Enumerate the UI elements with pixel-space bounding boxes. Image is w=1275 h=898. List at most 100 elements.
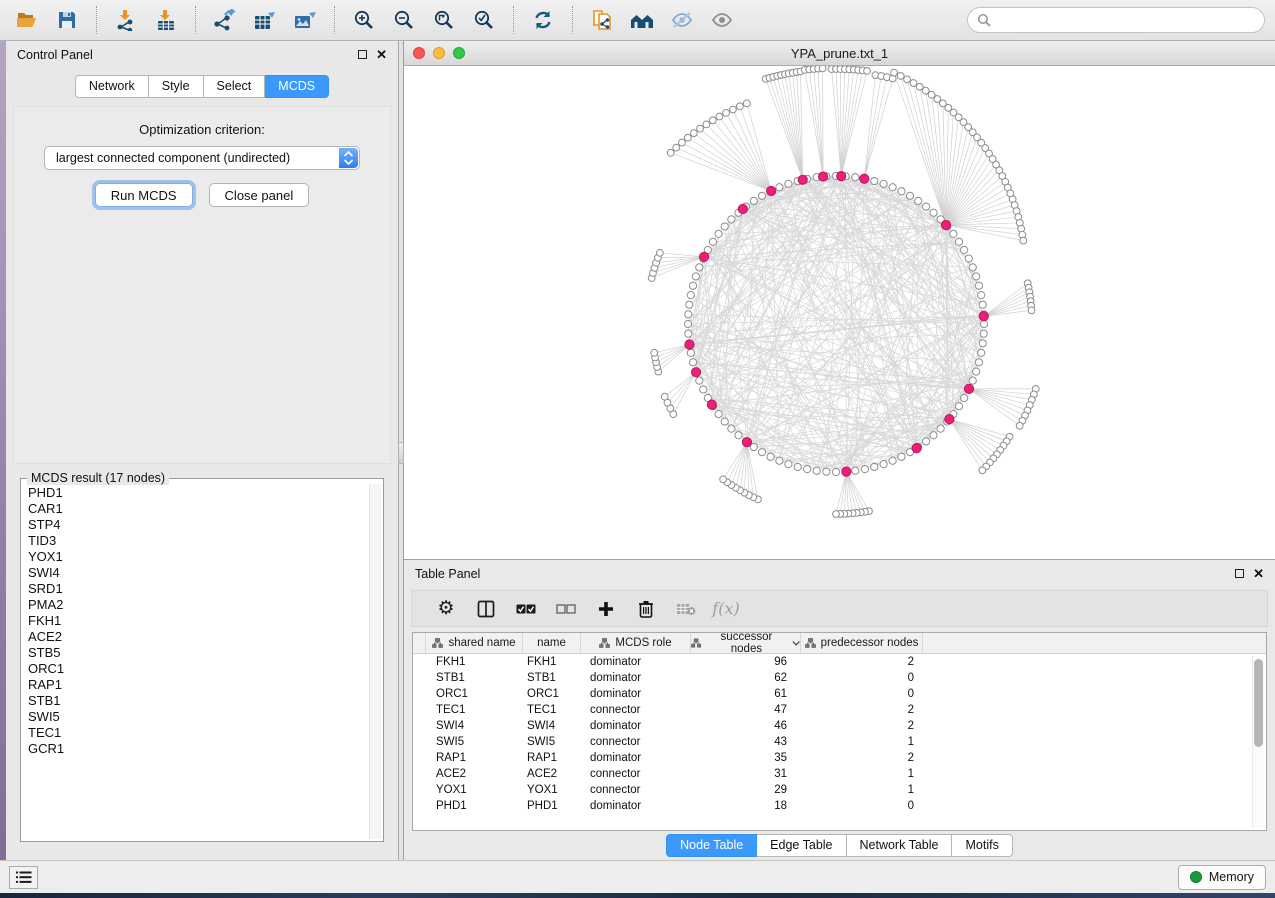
table-row[interactable]: FKH1FKH1dominator962 [413, 654, 1266, 670]
run-mcds-button[interactable]: Run MCDS [95, 183, 193, 207]
window-minimize-icon[interactable] [433, 47, 445, 59]
column-header-MCDS-role[interactable]: MCDS role [581, 633, 691, 653]
delete-table-icon[interactable] [666, 594, 706, 624]
hide-selected-icon[interactable] [665, 4, 699, 36]
delete-column-icon[interactable] [626, 594, 666, 624]
result-item[interactable]: STB5 [23, 645, 367, 661]
result-item[interactable]: GCR1 [23, 741, 367, 757]
result-item[interactable]: RAP1 [23, 677, 367, 693]
table-settings-gear-icon[interactable]: ⚙ [426, 594, 466, 624]
panel-splitter[interactable] [399, 41, 404, 860]
control-panel-title: Control Panel [17, 48, 93, 62]
table-tab-node-table[interactable]: Node Table [666, 834, 757, 857]
search-box[interactable] [967, 7, 1265, 33]
result-item[interactable]: STP4 [23, 517, 367, 533]
float-panel-icon[interactable] [358, 50, 367, 59]
column-header-shared-name[interactable]: shared name [426, 633, 523, 653]
table-row[interactable]: ORC1ORC1dominator610 [413, 686, 1266, 702]
clone-network-icon[interactable] [585, 4, 619, 36]
export-image-icon[interactable] [288, 4, 322, 36]
result-item[interactable]: TID3 [23, 533, 367, 549]
column-header-successor-nodes[interactable]: successor nodes [691, 633, 801, 653]
result-item[interactable]: FKH1 [23, 613, 367, 629]
show-all-icon[interactable] [705, 4, 739, 36]
show-panels-menu-button[interactable] [9, 866, 38, 889]
open-file-icon[interactable] [10, 4, 44, 36]
table-panel-title: Table Panel [415, 567, 480, 581]
window-maximize-icon[interactable] [453, 47, 465, 59]
cell-c5: 2 [801, 656, 923, 668]
result-item[interactable]: STB1 [23, 693, 367, 709]
memory-button[interactable]: Memory [1178, 865, 1266, 890]
float-table-panel-icon[interactable] [1235, 569, 1244, 578]
import-network-icon[interactable] [109, 4, 143, 36]
close-table-panel-icon[interactable]: ✕ [1253, 569, 1264, 578]
toolbar-separator [572, 6, 573, 34]
table-row[interactable]: ACE2ACE2connector311 [413, 766, 1266, 782]
zoom-fit-icon[interactable] [427, 4, 461, 36]
export-table-icon[interactable] [248, 4, 282, 36]
table-scrollbar[interactable] [1252, 656, 1264, 828]
shared-column-icon [599, 638, 610, 648]
tab-style[interactable]: Style [149, 75, 204, 98]
network-canvas[interactable] [404, 66, 1275, 559]
first-neighbors-icon[interactable] [625, 4, 659, 36]
result-item[interactable]: CAR1 [23, 501, 367, 517]
table-row[interactable]: TEC1TEC1connector472 [413, 702, 1266, 718]
column-header-predecessor-nodes[interactable]: predecessor nodes [801, 633, 923, 653]
table-row[interactable]: PHD1PHD1dominator180 [413, 798, 1266, 814]
cell-c4: 31 [691, 768, 801, 780]
cell-c1: RAP1 [426, 752, 523, 764]
zoom-selected-icon[interactable] [467, 4, 501, 36]
result-item[interactable]: YOX1 [23, 549, 367, 565]
close-panel-icon[interactable]: ✕ [376, 50, 387, 59]
table-row[interactable]: YOX1YOX1connector291 [413, 782, 1266, 798]
export-network-icon[interactable] [208, 4, 242, 36]
toolbar-separator [96, 6, 97, 34]
result-item[interactable]: SWI4 [23, 565, 367, 581]
cell-c2: SWI4 [523, 720, 581, 732]
deselect-all-rows-icon[interactable] [546, 594, 586, 624]
create-column-icon[interactable] [586, 594, 626, 624]
select-all-rows-icon[interactable] [506, 594, 546, 624]
zoom-in-icon[interactable] [347, 4, 381, 36]
cell-c2: FKH1 [523, 656, 581, 668]
save-session-icon[interactable] [50, 4, 84, 36]
tab-network[interactable]: Network [75, 75, 149, 98]
result-item[interactable]: SRD1 [23, 581, 367, 597]
search-input[interactable] [997, 13, 1255, 28]
tab-select[interactable]: Select [204, 75, 266, 98]
table-tab-network-table[interactable]: Network Table [847, 834, 953, 857]
result-item[interactable]: PMA2 [23, 597, 367, 613]
splitter-handle-icon[interactable] [398, 442, 404, 464]
table-row[interactable]: RAP1RAP1dominator352 [413, 750, 1266, 766]
criterion-select[interactable]: largest connected component (undirected) [44, 146, 360, 170]
network-window-titlebar[interactable]: YPA_prune.txt_1 [404, 41, 1275, 66]
zoom-out-icon[interactable] [387, 4, 421, 36]
table-row[interactable]: SWI4SWI4dominator462 [413, 718, 1266, 734]
import-table-icon[interactable] [149, 4, 183, 36]
cell-c2: ACE2 [523, 768, 581, 780]
result-item[interactable]: PHD1 [23, 485, 367, 501]
table-row[interactable]: SWI5SWI5connector431 [413, 734, 1266, 750]
table-tab-edge-table[interactable]: Edge Table [757, 834, 846, 857]
close-panel-button[interactable]: Close panel [209, 183, 310, 207]
tab-mcds[interactable]: MCDS [265, 75, 329, 98]
window-close-icon[interactable] [413, 47, 425, 59]
table-scrollbar-thumb[interactable] [1254, 659, 1263, 747]
result-list-scrollbar[interactable] [369, 484, 381, 839]
column-header-label: successor nodes [706, 632, 786, 655]
show-columns-icon[interactable] [466, 594, 506, 624]
result-item[interactable]: ORC1 [23, 661, 367, 677]
result-item[interactable]: ACE2 [23, 629, 367, 645]
desktop-wallpaper-bottom [0, 893, 1275, 898]
result-item[interactable]: SWI5 [23, 709, 367, 725]
table-row[interactable]: STB1STB1dominator620 [413, 670, 1266, 686]
column-header-name[interactable]: name [523, 633, 581, 653]
memory-status-icon [1190, 871, 1202, 883]
table-tab-motifs[interactable]: Motifs [952, 834, 1012, 857]
memory-button-label: Memory [1209, 870, 1254, 884]
cell-c1: TEC1 [426, 704, 523, 716]
result-item[interactable]: TEC1 [23, 725, 367, 741]
refresh-icon[interactable] [526, 4, 560, 36]
